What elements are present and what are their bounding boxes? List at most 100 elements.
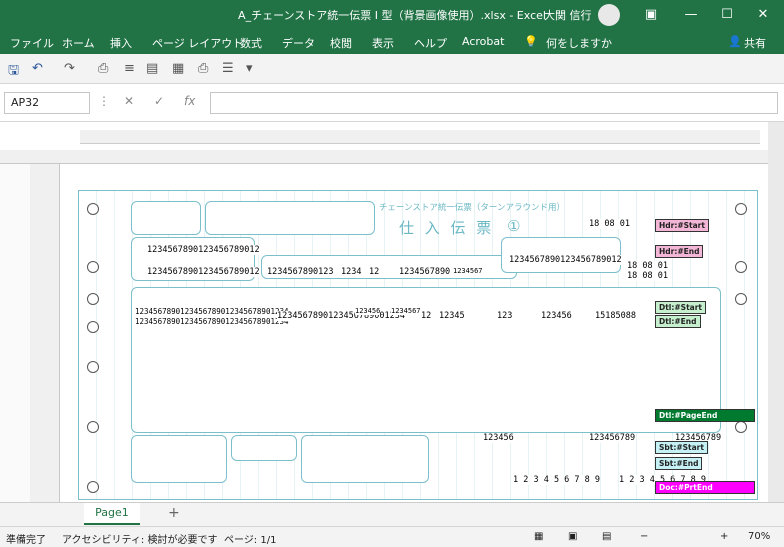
list-icon[interactable]: ☰ — [222, 61, 234, 76]
vertical-scrollbar[interactable] — [768, 122, 784, 502]
format-icon[interactable]: ▤ — [146, 61, 158, 76]
qty-3[interactable]: 12 — [421, 311, 432, 321]
cell-num7[interactable]: 1234567890 — [399, 267, 451, 277]
invoice-form: チェーンストア統一伝票（ターンアラウンド用） 仕 入 伝 票 ① 18 08 0… — [78, 190, 758, 500]
form-box — [301, 435, 429, 483]
redo-icon[interactable]: ↷ — [64, 61, 75, 76]
tag-doc-prt-end[interactable]: Doc:#PrtEnd — [655, 481, 755, 494]
minimize-button[interactable]: — — [680, 4, 702, 26]
table-icon[interactable]: ▦ — [172, 61, 184, 76]
share-icon: 👤 — [728, 35, 742, 48]
cell-addr[interactable]: 1234567890123456789012 — [509, 255, 622, 265]
punch-hole — [87, 293, 99, 305]
avatar[interactable] — [598, 4, 620, 26]
form-box — [205, 201, 375, 235]
zoom-in-icon[interactable]: + — [720, 531, 728, 542]
name-box[interactable]: AP32 — [4, 92, 90, 114]
print-icon[interactable]: ⎙ — [98, 61, 108, 76]
close-button[interactable]: ✕ — [752, 4, 774, 26]
tab-data[interactable]: データ — [282, 35, 315, 51]
punch-hole — [87, 203, 99, 215]
cell-r1[interactable]: 1234567890123456789012 — [147, 245, 260, 255]
more-icon: ⋮ — [98, 94, 110, 108]
ribbon-tabs: ファイル ホーム 挿入 ページ レイアウト 数式 データ 校閲 表示 ヘルプ A… — [0, 30, 784, 54]
tell-me-search[interactable]: 何をしますか — [546, 35, 612, 51]
add-sheet-button[interactable]: + — [168, 505, 180, 521]
formula-bar-area: AP32 ⋮ ✕ ✓ fx — [0, 84, 784, 122]
sheet-tab-page1[interactable]: Page1 — [84, 503, 140, 525]
maximize-button[interactable]: ☐ — [716, 4, 738, 26]
row-headers[interactable] — [30, 164, 60, 502]
total-2[interactable]: 123456789 — [589, 433, 636, 443]
title-bar: A_チェーンストア統一伝票 I 型（背景画像使用）.xlsx - Excel 大… — [0, 0, 784, 30]
item-code[interactable]: 1234567890123456789001234 — [277, 311, 405, 321]
date-cell[interactable]: 18 08 01 — [627, 261, 668, 271]
customize-qat-icon[interactable]: ▾ — [246, 61, 253, 76]
item-name-1[interactable]: 1234567890123456789012345678901234 — [135, 307, 289, 316]
tag-hdr-start[interactable]: Hdr:#Start — [655, 219, 709, 232]
qty-6[interactable]: 123456 — [541, 311, 572, 321]
tag-dtl-start[interactable]: Dtl:#Start — [655, 301, 706, 314]
punch-hole — [87, 481, 99, 493]
form-box — [131, 435, 227, 483]
tag-sbt-start[interactable]: Sbt:#Start — [655, 441, 708, 454]
save-icon[interactable]: 🖫 — [8, 61, 19, 83]
share-button[interactable]: 共有 — [744, 35, 766, 51]
tag-dtl-end[interactable]: Dtl:#End — [655, 315, 701, 328]
vertical-ruler — [0, 164, 30, 502]
enter-icon[interactable]: ✓ — [154, 94, 164, 108]
page-layout-view-icon[interactable]: ▣ — [568, 531, 577, 542]
cell-code[interactable]: 1234567890123 — [267, 267, 334, 277]
cell-num2[interactable]: 12 — [369, 267, 380, 277]
date-cell[interactable]: 18 08 01 — [627, 271, 668, 281]
status-bar: 準備完了 アクセシビリティ: 検討が必要です ページ: 1/1 ▦ ▣ ▤ − … — [0, 526, 784, 547]
restore-ribbon-icon[interactable]: ▣ — [640, 4, 662, 26]
page-break-view-icon[interactable]: ▤ — [602, 531, 611, 542]
qty-1[interactable]: 123456 — [355, 307, 381, 315]
form-box — [131, 201, 201, 235]
form-caption: チェーンストア統一伝票（ターンアラウンド用） — [379, 203, 565, 213]
sheet-tab-bar: Page1 + — [0, 502, 784, 526]
qty-7[interactable]: 15185088 — [595, 311, 636, 321]
qty-5[interactable]: 123 — [497, 311, 513, 321]
tab-help[interactable]: ヘルプ — [414, 35, 447, 51]
zoom-out-icon[interactable]: − — [640, 531, 648, 542]
cell-r2[interactable]: 1234567890123456789012 — [147, 267, 260, 277]
tab-insert[interactable]: 挿入 — [110, 35, 132, 51]
tab-review[interactable]: 校閲 — [330, 35, 352, 51]
formula-input[interactable] — [210, 92, 778, 114]
punch-hole — [87, 421, 99, 433]
tab-formulas[interactable]: 数式 — [240, 35, 262, 51]
cell-num4[interactable]: 1234 — [341, 267, 362, 277]
accessibility-status[interactable]: アクセシビリティ: 検討が必要です — [62, 531, 217, 546]
total-1[interactable]: 123456 — [483, 433, 514, 443]
normal-view-icon[interactable]: ▦ — [534, 531, 543, 542]
punch-hole — [735, 203, 747, 215]
punch-hole — [735, 293, 747, 305]
qty-2[interactable]: 1234567 — [391, 307, 421, 315]
tag-sbt-end[interactable]: Sbt:#End — [655, 457, 703, 470]
cancel-icon[interactable]: ✕ — [124, 94, 134, 108]
date-cell[interactable]: 18 08 01 — [589, 219, 630, 229]
punch-hole — [735, 261, 747, 273]
status-ready: 準備完了 — [6, 535, 46, 546]
horizontal-ruler — [80, 130, 760, 144]
zoom-level[interactable]: 70% — [748, 531, 770, 542]
tab-view[interactable]: 表示 — [372, 35, 394, 51]
tab-page-layout[interactable]: ページ レイアウト — [152, 35, 243, 51]
undo-icon[interactable]: ↶ — [32, 61, 43, 76]
item-name-2[interactable]: 1234567890123456789012345678901234 — [135, 317, 289, 326]
tab-file[interactable]: ファイル — [10, 35, 54, 51]
align-icon[interactable]: ≡ — [124, 61, 135, 76]
tag-dtl-page-end[interactable]: Dtl:#PageEnd — [655, 409, 755, 422]
punch-hole — [735, 421, 747, 433]
cell-num6[interactable]: 1234567 — [453, 267, 483, 275]
tab-acrobat[interactable]: Acrobat — [462, 35, 504, 48]
column-headers[interactable] — [0, 150, 784, 164]
tag-hdr-end[interactable]: Hdr:#End — [655, 245, 704, 258]
printer-icon[interactable]: ⎙ — [198, 61, 208, 76]
user-name[interactable]: 大関 信行 — [544, 7, 592, 23]
insert-function-button[interactable]: fx — [184, 94, 195, 108]
tab-home[interactable]: ホーム — [62, 35, 95, 51]
qty-4[interactable]: 12345 — [439, 311, 465, 321]
